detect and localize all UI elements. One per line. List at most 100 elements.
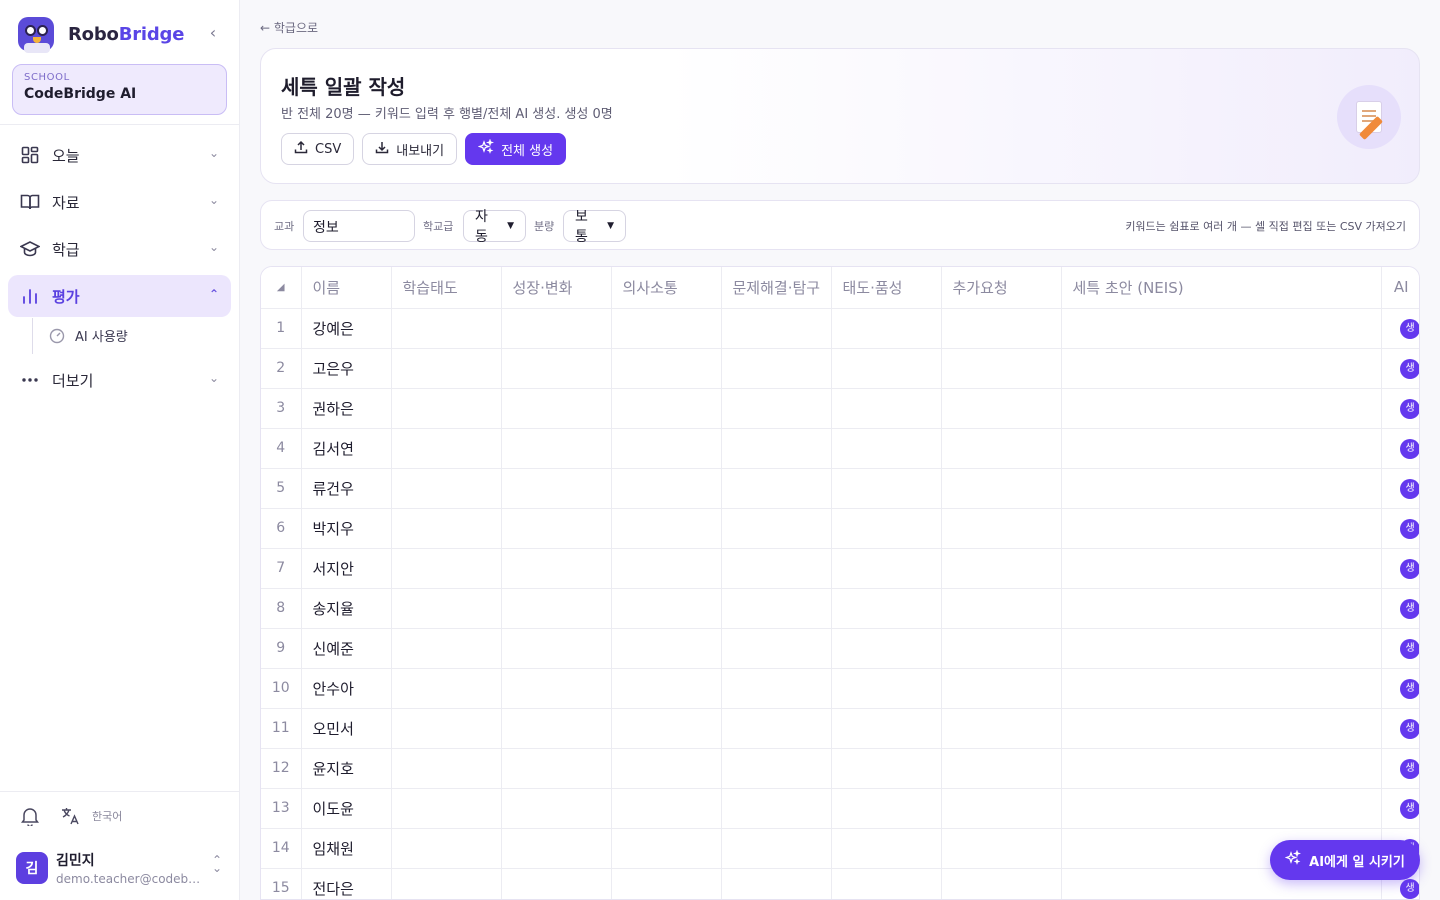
user-menu[interactable]: 김 김민지 demo.teacher@codebridge.ai ⌃⌄: [16, 850, 228, 886]
problem-solving-cell[interactable]: [721, 308, 832, 349]
character-cell[interactable]: [831, 868, 942, 899]
learning-attitude-cell[interactable]: [391, 748, 502, 789]
select-all-corner-icon[interactable]: ◢: [261, 267, 302, 309]
problem-solving-cell[interactable]: [721, 748, 832, 789]
learning-attitude-cell[interactable]: [391, 348, 502, 389]
subject-input[interactable]: 정보: [303, 210, 415, 242]
growth-cell[interactable]: [501, 308, 612, 349]
problem-solving-cell[interactable]: [721, 628, 832, 669]
school-selector[interactable]: SCHOOL CodeBridge AI: [12, 64, 227, 115]
communication-cell[interactable]: [611, 348, 722, 389]
neis-draft-cell[interactable]: [1061, 468, 1382, 509]
sidebar-item-class[interactable]: 학급 ⌄: [8, 228, 231, 270]
student-name-cell[interactable]: 고은우: [301, 348, 392, 389]
generate-row-button[interactable]: 생: [1399, 398, 1419, 419]
learning-attitude-cell[interactable]: [391, 628, 502, 669]
character-cell[interactable]: [831, 348, 942, 389]
sidebar-item-today[interactable]: 오늘 ⌄: [8, 134, 231, 176]
growth-cell[interactable]: [501, 428, 612, 469]
learning-attitude-cell[interactable]: [391, 468, 502, 509]
bell-icon[interactable]: [20, 806, 40, 826]
generate-row-button[interactable]: 생: [1399, 878, 1419, 899]
problem-solving-cell[interactable]: [721, 468, 832, 509]
extra-request-cell[interactable]: [941, 748, 1062, 789]
communication-cell[interactable]: [611, 508, 722, 549]
student-name-cell[interactable]: 김서연: [301, 428, 392, 469]
character-cell[interactable]: [831, 748, 942, 789]
learning-attitude-cell[interactable]: [391, 788, 502, 829]
extra-request-cell[interactable]: [941, 788, 1062, 829]
extra-request-cell[interactable]: [941, 468, 1062, 509]
character-cell[interactable]: [831, 628, 942, 669]
extra-request-cell[interactable]: [941, 588, 1062, 629]
growth-cell[interactable]: [501, 548, 612, 589]
communication-cell[interactable]: [611, 708, 722, 749]
growth-cell[interactable]: [501, 468, 612, 509]
growth-cell[interactable]: [501, 868, 612, 899]
problem-solving-cell[interactable]: [721, 708, 832, 749]
growth-cell[interactable]: [501, 708, 612, 749]
communication-cell[interactable]: [611, 548, 722, 589]
growth-cell[interactable]: [501, 828, 612, 869]
generate-row-button[interactable]: 생: [1399, 438, 1419, 459]
student-name-cell[interactable]: 권하은: [301, 388, 392, 429]
student-name-cell[interactable]: 신예준: [301, 628, 392, 669]
generate-row-button[interactable]: 생: [1399, 318, 1419, 339]
character-cell[interactable]: [831, 588, 942, 629]
neis-draft-cell[interactable]: [1061, 548, 1382, 589]
problem-solving-cell[interactable]: [721, 548, 832, 589]
problem-solving-cell[interactable]: [721, 828, 832, 869]
learning-attitude-cell[interactable]: [391, 868, 502, 899]
problem-solving-cell[interactable]: [721, 668, 832, 709]
character-cell[interactable]: [831, 788, 942, 829]
neis-draft-cell[interactable]: [1061, 788, 1382, 829]
student-name-cell[interactable]: 전다은: [301, 868, 392, 899]
learning-attitude-cell[interactable]: [391, 668, 502, 709]
sidebar-item-materials[interactable]: 자료 ⌄: [8, 181, 231, 223]
communication-cell[interactable]: [611, 748, 722, 789]
growth-cell[interactable]: [501, 748, 612, 789]
communication-cell[interactable]: [611, 828, 722, 869]
learning-attitude-cell[interactable]: [391, 828, 502, 869]
chevron-left-icon[interactable]: ‹: [204, 24, 222, 42]
learning-attitude-cell[interactable]: [391, 308, 502, 349]
student-name-cell[interactable]: 윤지호: [301, 748, 392, 789]
neis-draft-cell[interactable]: [1061, 388, 1382, 429]
character-cell[interactable]: [831, 508, 942, 549]
csv-button[interactable]: CSV: [281, 133, 355, 165]
extra-request-cell[interactable]: [941, 508, 1062, 549]
growth-cell[interactable]: [501, 788, 612, 829]
language-label[interactable]: 한국어: [92, 808, 122, 824]
neis-draft-cell[interactable]: [1061, 588, 1382, 629]
extra-request-cell[interactable]: [941, 548, 1062, 589]
sidebar-item-ai-usage[interactable]: AI 사용량: [49, 326, 128, 345]
problem-solving-cell[interactable]: [721, 788, 832, 829]
generate-row-button[interactable]: 생: [1399, 678, 1419, 699]
learning-attitude-cell[interactable]: [391, 708, 502, 749]
communication-cell[interactable]: [611, 868, 722, 899]
growth-cell[interactable]: [501, 388, 612, 429]
character-cell[interactable]: [831, 668, 942, 709]
character-cell[interactable]: [831, 308, 942, 349]
school-level-select[interactable]: 자동 ▼: [463, 209, 526, 245]
translate-icon[interactable]: [60, 806, 80, 826]
export-button[interactable]: 내보내기: [362, 133, 458, 165]
problem-solving-cell[interactable]: [721, 428, 832, 469]
generate-row-button[interactable]: 생: [1399, 718, 1419, 739]
student-name-cell[interactable]: 강예은: [301, 308, 392, 349]
generate-row-button[interactable]: 생: [1399, 518, 1419, 539]
character-cell[interactable]: [831, 428, 942, 469]
generate-row-button[interactable]: 생: [1399, 638, 1419, 659]
learning-attitude-cell[interactable]: [391, 508, 502, 549]
communication-cell[interactable]: [611, 468, 722, 509]
generate-row-button[interactable]: 생: [1399, 358, 1419, 379]
extra-request-cell[interactable]: [941, 388, 1062, 429]
student-name-cell[interactable]: 류건우: [301, 468, 392, 509]
extra-request-cell[interactable]: [941, 308, 1062, 349]
sidebar-item-evaluation[interactable]: 평가 ⌃: [8, 275, 231, 317]
generate-all-button[interactable]: 전체 생성: [465, 133, 567, 165]
ai-assistant-button[interactable]: AI에게 일 시키기: [1270, 840, 1420, 880]
communication-cell[interactable]: [611, 668, 722, 709]
neis-draft-cell[interactable]: [1061, 748, 1382, 789]
extra-request-cell[interactable]: [941, 708, 1062, 749]
